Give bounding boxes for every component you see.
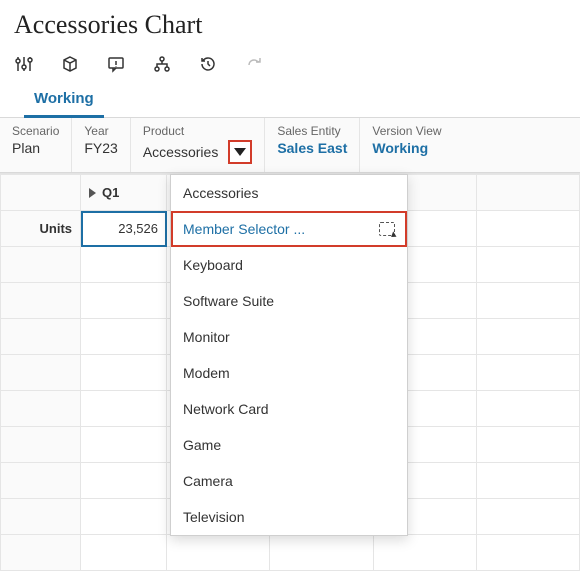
pov-value: FY23 bbox=[84, 140, 117, 156]
page-title: Accessories Chart bbox=[0, 0, 580, 48]
pov-value-text: Accessories bbox=[143, 144, 218, 160]
dropdown-item-label: Monitor bbox=[183, 329, 230, 345]
pov-label: Sales Entity bbox=[277, 124, 347, 138]
product-dropdown-trigger[interactable] bbox=[228, 140, 252, 164]
data-cell[interactable] bbox=[476, 211, 579, 247]
data-cell[interactable]: 23,526 bbox=[81, 211, 167, 247]
dropdown-item[interactable]: Monitor bbox=[171, 319, 407, 355]
dropdown-item[interactable]: Keyboard bbox=[171, 247, 407, 283]
toolbar bbox=[0, 48, 580, 74]
dropdown-item[interactable]: Network Card bbox=[171, 391, 407, 427]
row-header bbox=[1, 463, 81, 499]
pov-product[interactable]: Product Accessories bbox=[131, 118, 265, 172]
data-cell[interactable] bbox=[81, 427, 167, 463]
row-header bbox=[1, 247, 81, 283]
data-cell[interactable] bbox=[476, 391, 579, 427]
pov-value[interactable]: Sales East bbox=[277, 140, 347, 156]
pov-value: Accessories bbox=[143, 140, 252, 164]
tab-working[interactable]: Working bbox=[24, 84, 104, 118]
pov-version[interactable]: Version View Working bbox=[360, 118, 580, 172]
column-header[interactable]: Q1 bbox=[81, 175, 167, 211]
data-cell[interactable] bbox=[476, 427, 579, 463]
row-header bbox=[1, 355, 81, 391]
dropdown-item[interactable]: Modem bbox=[171, 355, 407, 391]
history-icon[interactable] bbox=[198, 54, 218, 74]
dropdown-item-label: Software Suite bbox=[183, 293, 274, 309]
pov-entity[interactable]: Sales Entity Sales East bbox=[265, 118, 360, 172]
comment-icon[interactable] bbox=[106, 54, 126, 74]
data-cell[interactable] bbox=[81, 535, 167, 571]
data-cell[interactable] bbox=[81, 319, 167, 355]
dropdown-item-label: Game bbox=[183, 437, 221, 453]
dropdown-item-label: Keyboard bbox=[183, 257, 243, 273]
sliders-icon[interactable] bbox=[14, 54, 34, 74]
row-header bbox=[1, 427, 81, 463]
pov-year[interactable]: Year FY23 bbox=[72, 118, 130, 172]
pov-label: Version View bbox=[372, 124, 568, 138]
table-row bbox=[1, 535, 580, 571]
pov-value[interactable]: Working bbox=[372, 140, 568, 156]
data-cell[interactable] bbox=[81, 355, 167, 391]
expand-icon[interactable] bbox=[89, 188, 96, 198]
pov-scenario[interactable]: Scenario Plan bbox=[0, 118, 72, 172]
cube-icon[interactable] bbox=[60, 54, 80, 74]
pov-label: Scenario bbox=[12, 124, 59, 138]
data-cell[interactable] bbox=[476, 355, 579, 391]
dropdown-item[interactable]: Game bbox=[171, 427, 407, 463]
data-cell[interactable] bbox=[81, 463, 167, 499]
data-cell[interactable] bbox=[81, 499, 167, 535]
data-cell[interactable] bbox=[81, 247, 167, 283]
row-header bbox=[1, 283, 81, 319]
data-cell[interactable] bbox=[476, 247, 579, 283]
dropdown-item-label: Accessories bbox=[183, 185, 258, 201]
caret-down-icon bbox=[234, 148, 246, 156]
dropdown-item[interactable]: Accessories bbox=[171, 175, 407, 211]
member-selector-icon bbox=[379, 222, 395, 236]
data-cell[interactable] bbox=[81, 283, 167, 319]
pov-label: Product bbox=[143, 124, 252, 138]
row-header bbox=[1, 535, 81, 571]
data-cell[interactable] bbox=[476, 319, 579, 355]
pov-label: Year bbox=[84, 124, 117, 138]
dropdown-item-label: Network Card bbox=[183, 401, 269, 417]
data-cell[interactable] bbox=[270, 535, 373, 571]
grid-area: Q1 Units 23,526 Accessories Member Select… bbox=[0, 173, 580, 571]
dropdown-item-label: Member Selector ... bbox=[183, 221, 305, 237]
corner-cell bbox=[1, 175, 81, 211]
row-header bbox=[1, 319, 81, 355]
data-cell[interactable] bbox=[81, 391, 167, 427]
dropdown-item[interactable]: Television bbox=[171, 499, 407, 535]
column-header-label: Q1 bbox=[102, 185, 119, 200]
dropdown-item[interactable]: Camera bbox=[171, 463, 407, 499]
hierarchy-icon[interactable] bbox=[152, 54, 172, 74]
redo-icon bbox=[244, 54, 264, 74]
data-cell[interactable] bbox=[476, 535, 579, 571]
row-header bbox=[1, 391, 81, 427]
dropdown-item-label: Modem bbox=[183, 365, 230, 381]
data-cell[interactable] bbox=[476, 463, 579, 499]
column-header-empty bbox=[476, 175, 579, 211]
tabs: Working bbox=[0, 74, 580, 118]
data-cell[interactable] bbox=[373, 535, 476, 571]
data-cell[interactable] bbox=[476, 283, 579, 319]
pov-bar: Scenario Plan Year FY23 Product Accessor… bbox=[0, 117, 580, 173]
data-cell[interactable] bbox=[476, 499, 579, 535]
member-selector-item[interactable]: Member Selector ... bbox=[171, 211, 407, 247]
product-dropdown: Accessories Member Selector ... Keyboard So… bbox=[170, 174, 408, 536]
row-header bbox=[1, 499, 81, 535]
dropdown-item-label: Television bbox=[183, 509, 244, 525]
pov-value: Plan bbox=[12, 140, 59, 156]
dropdown-item[interactable]: Software Suite bbox=[171, 283, 407, 319]
data-cell[interactable] bbox=[167, 535, 270, 571]
row-header[interactable]: Units bbox=[1, 211, 81, 247]
dropdown-item-label: Camera bbox=[183, 473, 233, 489]
